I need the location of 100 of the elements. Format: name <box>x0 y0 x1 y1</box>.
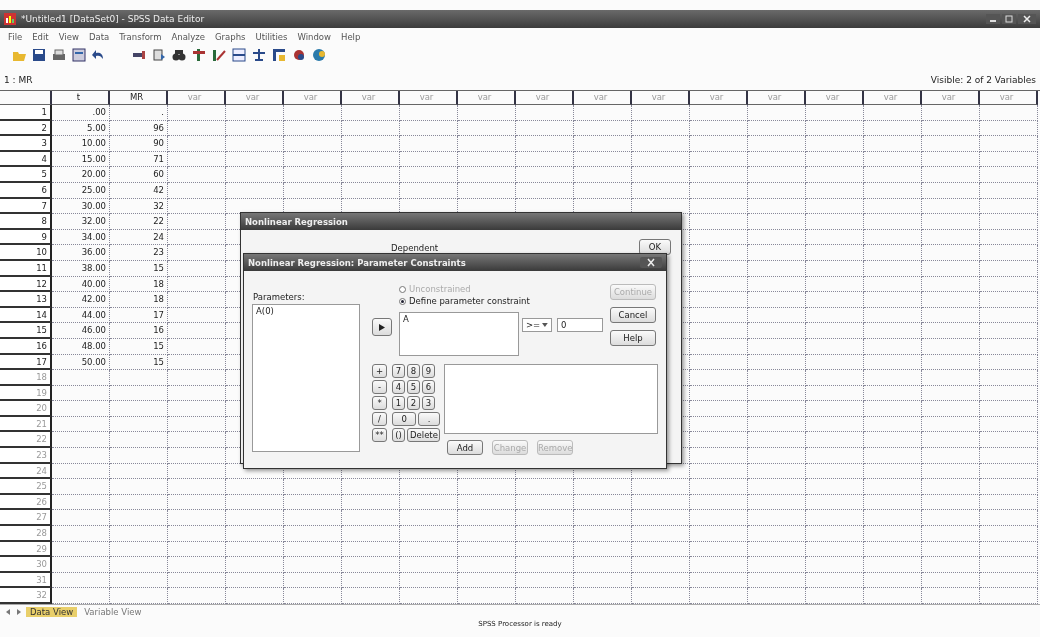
empty-cell[interactable] <box>806 182 864 199</box>
empty-cell[interactable] <box>168 292 226 308</box>
empty-cell[interactable] <box>690 401 748 417</box>
data-cell[interactable]: 15 <box>110 354 168 371</box>
empty-cell[interactable] <box>922 526 980 542</box>
empty-cell[interactable] <box>922 338 980 355</box>
empty-cell[interactable] <box>748 214 806 230</box>
empty-cell[interactable] <box>806 432 864 449</box>
empty-cell[interactable] <box>690 526 748 542</box>
empty-cell[interactable] <box>226 541 284 558</box>
view-tab[interactable]: Data View <box>26 606 78 617</box>
empty-cell[interactable] <box>980 276 1038 293</box>
empty-cell[interactable] <box>806 463 864 480</box>
empty-cell[interactable] <box>632 557 690 573</box>
empty-cell[interactable] <box>168 385 226 402</box>
empty-cell[interactable] <box>980 167 1038 183</box>
empty-cell[interactable] <box>574 494 632 511</box>
empty-cell[interactable] <box>458 557 516 573</box>
empty-cell[interactable] <box>864 307 922 324</box>
empty-cell[interactable] <box>690 182 748 199</box>
empty-cell[interactable] <box>864 432 922 449</box>
data-cell[interactable]: 15 <box>110 338 168 355</box>
empty-cell[interactable] <box>342 572 400 589</box>
empty-cell[interactable] <box>168 105 226 121</box>
empty-cell[interactable] <box>400 167 458 183</box>
empty-cell[interactable] <box>806 214 864 230</box>
empty-cell[interactable] <box>110 494 168 511</box>
keypad-key[interactable]: * <box>372 396 387 410</box>
empty-cell[interactable] <box>806 136 864 152</box>
empty-cell[interactable] <box>168 370 226 386</box>
empty-cell[interactable] <box>516 494 574 511</box>
scale-icon[interactable] <box>252 48 266 62</box>
empty-cell[interactable] <box>922 198 980 215</box>
insert-variable-icon[interactable] <box>212 48 226 62</box>
empty-cell[interactable] <box>110 572 168 589</box>
empty-cell[interactable] <box>110 448 168 464</box>
print-icon[interactable] <box>52 48 66 62</box>
empty-cell[interactable] <box>922 120 980 137</box>
empty-cell[interactable] <box>748 463 806 480</box>
column-header[interactable]: MR <box>110 91 168 105</box>
empty-cell[interactable] <box>748 354 806 371</box>
keypad-key[interactable]: 0 <box>392 412 417 426</box>
empty-cell[interactable] <box>168 136 226 152</box>
data-cell[interactable]: 71 <box>110 151 168 168</box>
empty-cell[interactable] <box>690 541 748 558</box>
empty-cell[interactable] <box>864 323 922 339</box>
empty-cell[interactable] <box>110 588 168 604</box>
empty-cell[interactable] <box>748 416 806 433</box>
empty-cell[interactable] <box>168 167 226 183</box>
empty-cell[interactable] <box>922 307 980 324</box>
empty-cell[interactable] <box>922 260 980 277</box>
empty-cell[interactable] <box>922 151 980 168</box>
data-cell[interactable]: 15 <box>110 260 168 277</box>
empty-cell[interactable] <box>342 588 400 604</box>
arrow-right-icon[interactable] <box>379 323 385 331</box>
empty-cell[interactable] <box>574 182 632 199</box>
save-icon[interactable] <box>32 48 46 62</box>
empty-cell[interactable] <box>168 588 226 604</box>
empty-cell[interactable] <box>690 354 748 371</box>
empty-cell[interactable] <box>632 494 690 511</box>
empty-cell[interactable] <box>400 588 458 604</box>
empty-cell[interactable] <box>690 198 748 215</box>
empty-cell[interactable] <box>284 510 342 527</box>
data-cell[interactable]: 34.00 <box>52 229 110 246</box>
empty-cell[interactable] <box>226 105 284 121</box>
empty-cell[interactable] <box>748 307 806 324</box>
empty-cell[interactable] <box>922 276 980 293</box>
empty-cell[interactable] <box>690 557 748 573</box>
empty-cell[interactable] <box>806 370 864 386</box>
minimize-icon[interactable] <box>986 14 1000 24</box>
empty-cell[interactable] <box>980 245 1038 261</box>
empty-cell[interactable] <box>110 370 168 386</box>
sets-icon[interactable] <box>312 48 326 62</box>
empty-cell[interactable] <box>980 541 1038 558</box>
empty-cell[interactable] <box>690 385 748 402</box>
scroll-right-icon[interactable] <box>15 607 23 616</box>
split-icon[interactable] <box>232 48 246 62</box>
empty-cell[interactable] <box>458 105 516 121</box>
empty-cell[interactable] <box>864 167 922 183</box>
empty-cell[interactable] <box>980 354 1038 371</box>
empty-cell[interactable] <box>690 307 748 324</box>
data-cell[interactable]: 96 <box>110 120 168 137</box>
empty-cell[interactable] <box>864 260 922 277</box>
empty-cell[interactable] <box>690 370 748 386</box>
empty-cell[interactable] <box>168 307 226 324</box>
empty-cell[interactable] <box>110 385 168 402</box>
empty-cell[interactable] <box>168 401 226 417</box>
data-cell[interactable]: 42.00 <box>52 292 110 308</box>
view-tab[interactable]: Variable View <box>80 606 146 617</box>
empty-cell[interactable] <box>168 416 226 433</box>
empty-cell[interactable] <box>690 214 748 230</box>
empty-cell[interactable] <box>980 494 1038 511</box>
empty-cell[interactable] <box>110 541 168 558</box>
empty-cell[interactable] <box>284 105 342 121</box>
empty-cell[interactable] <box>806 151 864 168</box>
menu-item[interactable]: View <box>58 32 79 42</box>
parameters-list[interactable]: A(0) <box>252 304 360 452</box>
data-cell[interactable]: 48.00 <box>52 338 110 355</box>
empty-cell[interactable] <box>864 354 922 371</box>
empty-cell[interactable] <box>516 557 574 573</box>
